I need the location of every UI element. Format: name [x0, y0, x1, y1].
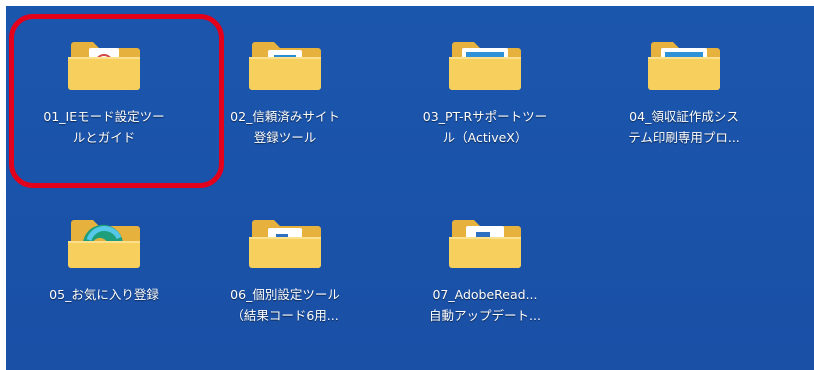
desktop-icon-receipt-system[interactable]: 04_領収証作成シス テム印刷専用プロ...: [594, 28, 774, 178]
label-line-2: テム印刷専用プロ...: [628, 130, 740, 145]
desktop-icon-label: 02_信頼済みサイト 登録ツール: [205, 106, 365, 148]
folder-icon: [246, 212, 324, 272]
label-line-1: 06_個別設定ツール: [230, 287, 340, 302]
desktop-icon-favorites-registration[interactable]: 05_お気に入り登録: [14, 206, 194, 356]
label-line-1: 01_IEモード設定ツー: [43, 109, 165, 124]
label-line-2: ルとガイド: [72, 130, 136, 145]
label-line-1: 04_領収証作成シス: [629, 109, 739, 124]
desktop-icon-ptr-support-tool[interactable]: 03_PT-Rサポートツー ル（ActiveX）: [395, 28, 575, 178]
label-line-2: （結果コード6用...: [231, 308, 339, 323]
desktop-icon-label: 04_領収証作成シス テム印刷専用プロ...: [604, 106, 764, 148]
desktop-icon-label: 06_個別設定ツール （結果コード6用...: [205, 284, 365, 326]
label-line-2: 自動アップデート...: [429, 308, 541, 323]
desktop-icon-ie-mode-tool[interactable]: 01_IEモード設定ツー ルとガイド: [14, 28, 194, 178]
folder-edge-icon: [65, 212, 143, 272]
screenshot-canvas: 01_IEモード設定ツー ルとガイド 02_信頼済みサイト 登録ツール 03_P…: [0, 0, 814, 370]
desktop-area: 01_IEモード設定ツー ルとガイド 02_信頼済みサイト 登録ツール 03_P…: [6, 6, 814, 370]
label-line-1: 05_お気に入り登録: [49, 287, 159, 302]
desktop-icon-label: 05_お気に入り登録: [24, 284, 184, 305]
desktop-icon-adobe-reader-update[interactable]: 07_AdobeRead... 自動アップデート...: [395, 206, 575, 356]
desktop-icon-label: 07_AdobeRead... 自動アップデート...: [405, 284, 565, 326]
label-line-1: 02_信頼済みサイト: [230, 109, 340, 124]
desktop-icon-label: 03_PT-Rサポートツー ル（ActiveX）: [405, 106, 565, 148]
desktop-icon-label: 01_IEモード設定ツー ルとガイド: [24, 106, 184, 148]
label-line-2: 登録ツール: [253, 130, 317, 145]
folder-icon: [446, 212, 524, 272]
label-line-1: 07_AdobeRead...: [432, 287, 538, 302]
folder-icon: [446, 34, 524, 94]
folder-icon: [246, 34, 324, 94]
label-line-2: ル（ActiveX）: [442, 130, 528, 145]
folder-icon: [645, 34, 723, 94]
desktop-icon-individual-settings-tool[interactable]: 06_個別設定ツール （結果コード6用...: [195, 206, 375, 356]
label-line-1: 03_PT-Rサポートツー: [422, 109, 548, 124]
folder-document-icon: [65, 34, 143, 94]
desktop-icon-trusted-sites-tool[interactable]: 02_信頼済みサイト 登録ツール: [195, 28, 375, 178]
